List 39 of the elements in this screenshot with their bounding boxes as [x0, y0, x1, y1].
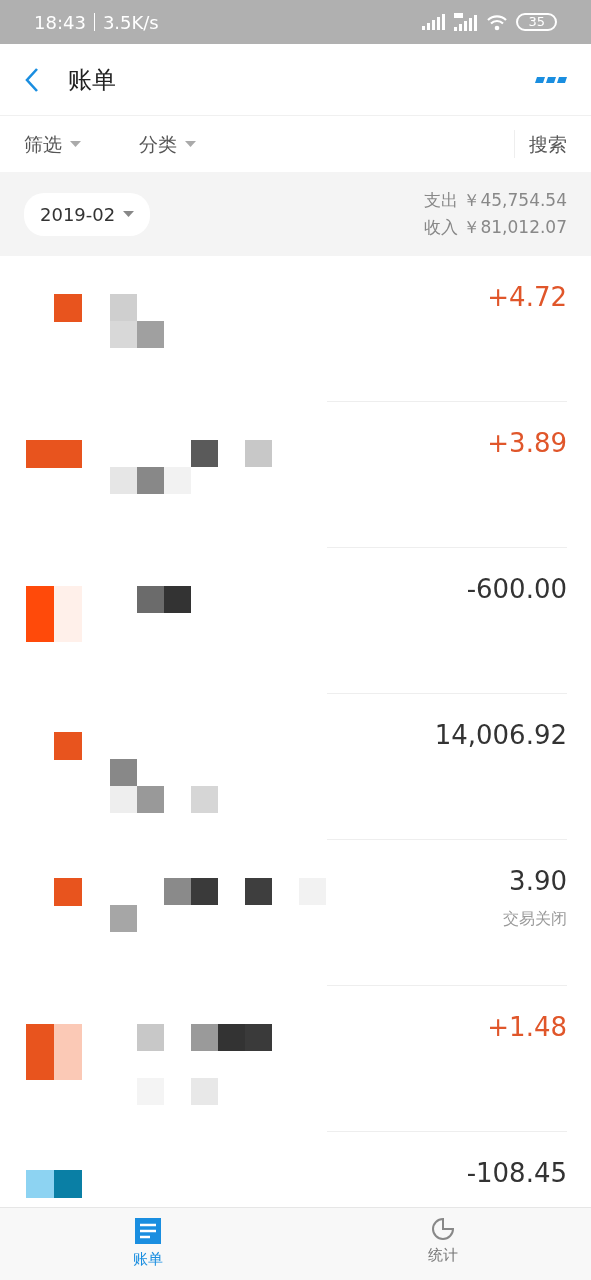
income-summary: 收入 ￥81,012.07 — [424, 216, 567, 239]
network-speed: 3.5K/s — [102, 10, 159, 35]
filter-dropdown[interactable]: 筛选 — [24, 129, 81, 159]
pixelated-icon — [54, 732, 82, 760]
amount-text: +1.48 — [487, 1011, 567, 1044]
page-title: 账单 — [68, 64, 116, 96]
amount-text: +4.72 — [487, 281, 567, 314]
filter-dropdown[interactable]: 分类 — [139, 129, 196, 159]
tab-bar-item[interactable]: 统计 — [295, 1208, 591, 1280]
caret-icon — [185, 141, 196, 147]
amount-text: -108.45 — [466, 1157, 567, 1190]
list-icon — [134, 1218, 161, 1244]
pixelated-icon — [26, 1170, 82, 1198]
wifi-icon — [486, 13, 509, 31]
pixelated-drawing — [137, 586, 191, 613]
pixelated-icon — [26, 1024, 82, 1080]
pixelated-icon — [54, 294, 82, 322]
signal-icon — [454, 13, 479, 31]
signal-icon — [422, 14, 447, 30]
amount-text: 14,006.92 — [434, 719, 567, 752]
pixelated-icon — [26, 586, 82, 642]
status-text: 交易关闭 — [503, 908, 567, 930]
caret-icon — [123, 211, 135, 217]
expense-summary: 支出 ￥45,754.54 — [424, 189, 567, 212]
pie-chart-icon — [432, 1218, 455, 1240]
search-link[interactable]: 搜索 — [514, 129, 567, 159]
amount-text: +3.89 — [487, 427, 567, 460]
amount-text: 3.90 — [508, 865, 567, 898]
battery-icon: 35 — [516, 13, 557, 31]
month-picker[interactable]: 2019-02 — [24, 192, 151, 236]
pixelated-icon — [54, 878, 82, 906]
separator-icon — [93, 13, 95, 31]
pixelated-icon — [26, 440, 82, 468]
caret-icon — [70, 141, 81, 147]
more-icon[interactable] — [535, 75, 567, 84]
status-time: 18:43 — [34, 10, 86, 35]
pixelated-drawing — [110, 294, 164, 348]
amount-text: -600.00 — [466, 573, 567, 606]
back-icon[interactable] — [24, 66, 40, 93]
